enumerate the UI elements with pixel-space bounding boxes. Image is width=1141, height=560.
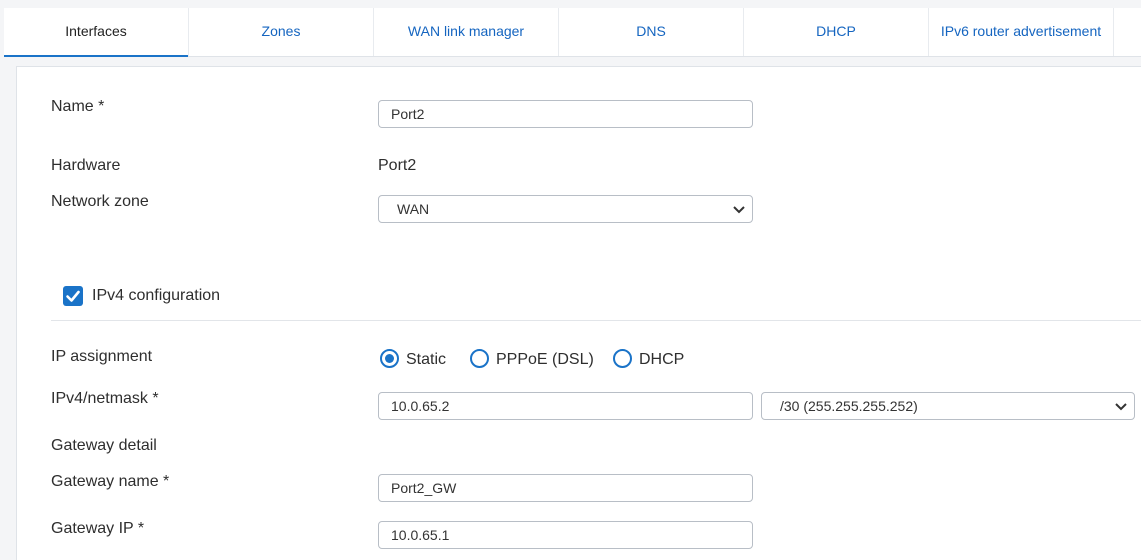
gateway-name-input[interactable] [378, 474, 753, 502]
ipv4-netmask-label: IPv4/netmask * [51, 390, 159, 407]
radio-dhcp-label[interactable]: DHCP [639, 351, 684, 369]
tab-interfaces[interactable]: Interfaces [4, 8, 189, 57]
gateway-ip-label: Gateway IP * [51, 520, 145, 537]
tab-bar: Interfaces Zones WAN link manager DNS DH… [4, 8, 1141, 57]
tab-dns[interactable]: DNS [559, 8, 744, 56]
radio-dhcp[interactable] [613, 349, 632, 368]
network-zone-label: Network zone [51, 193, 149, 210]
radio-pppoe[interactable] [470, 349, 489, 368]
tab-wan-link-manager[interactable]: WAN link manager [374, 8, 559, 56]
netmask-select[interactable]: /30 (255.255.255.252) [761, 392, 1135, 420]
ipv4-address-input[interactable] [378, 392, 753, 420]
section-divider [51, 320, 1141, 321]
checkmark-icon [66, 290, 80, 302]
tab-zones[interactable]: Zones [189, 8, 374, 56]
name-input[interactable] [378, 100, 753, 128]
chevron-down-icon [1115, 403, 1127, 411]
ip-assignment-label: IP assignment [51, 348, 153, 365]
netmask-selected-value: /30 (255.255.255.252) [780, 398, 918, 414]
radio-static[interactable] [380, 349, 399, 368]
ipv4-config-checkbox[interactable] [63, 286, 83, 306]
ipv4-config-label: IPv4 configuration [92, 287, 221, 304]
gateway-name-label: Gateway name * [51, 473, 170, 490]
gateway-detail-heading: Gateway detail [51, 437, 157, 454]
tab-ipv6-router-advertisement[interactable]: IPv6 router advertisement [929, 8, 1114, 56]
network-zone-select[interactable]: WAN [378, 195, 753, 223]
hardware-value: Port2 [378, 157, 417, 174]
gateway-ip-input[interactable] [378, 521, 753, 549]
radio-pppoe-label[interactable]: PPPoE (DSL) [496, 351, 594, 369]
tab-dhcp[interactable]: DHCP [744, 8, 929, 56]
name-label: Name * [51, 98, 105, 115]
network-zone-selected-value: WAN [397, 201, 430, 217]
radio-static-label[interactable]: Static [406, 351, 446, 369]
chevron-down-icon [733, 206, 745, 214]
hardware-label: Hardware [51, 157, 121, 174]
